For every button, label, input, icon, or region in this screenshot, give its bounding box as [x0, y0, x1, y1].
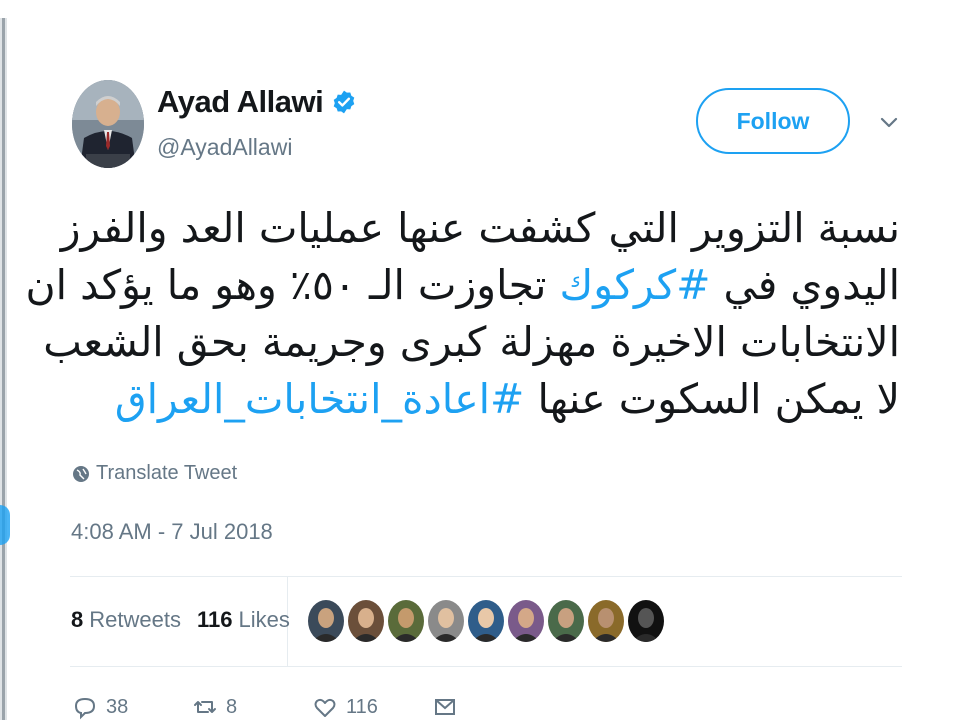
- tweet-line-2: اليدوي في #كركوك تجاوزت الـ ٥٠٪ وهو ما ي…: [26, 257, 900, 314]
- liker-avatar[interactable]: [588, 600, 624, 642]
- reply-count: 38: [106, 695, 129, 718]
- tweet-stats: 8 Retweets 116 Likes: [71, 607, 290, 633]
- liker-avatar[interactable]: [388, 600, 424, 642]
- chevron-down-icon[interactable]: [878, 114, 900, 130]
- tweet-screenshot: Ayad Allawi @AyadAllawi Follow نسبة التز…: [0, 0, 960, 720]
- display-name[interactable]: Ayad Allawi: [157, 84, 324, 120]
- avatar-image: [72, 80, 144, 168]
- like-button[interactable]: 116: [312, 694, 432, 720]
- divider-bottom: [70, 666, 902, 667]
- retweet-count: 8: [226, 695, 238, 718]
- display-name-row: Ayad Allawi: [157, 84, 357, 120]
- globe-icon: [73, 465, 89, 482]
- tweet-line-3: الانتخابات الاخيرة مهزلة كبرى وجريمة بحق…: [43, 318, 900, 366]
- tweet-line-1: نسبة التزوير التي كشفت عنها عمليات العد …: [60, 204, 900, 252]
- hashtag-link-kirkuk[interactable]: #كركوك: [559, 261, 710, 309]
- tweet-text-segment: لا يمكن السكوت عنها: [524, 375, 900, 423]
- liker-avatar[interactable]: [468, 600, 504, 642]
- liker-avatar[interactable]: [628, 600, 664, 642]
- tweet-text-segment: تجاوزت الـ ٥٠٪ وهو ما يؤكد ان: [25, 261, 560, 309]
- tweet-actions: 38 8 116: [72, 694, 552, 720]
- tweet-timestamp[interactable]: 4:08 AM - 7 Jul 2018: [71, 519, 273, 545]
- reply-button[interactable]: 38: [72, 694, 192, 720]
- divider-top: [70, 576, 902, 577]
- heart-icon: [314, 698, 336, 717]
- user-handle[interactable]: @AyadAllawi: [157, 134, 292, 161]
- direct-message-button[interactable]: [432, 694, 552, 720]
- left-border-line: [2, 18, 5, 720]
- verified-badge-icon: [333, 90, 355, 114]
- retweet-icon: [194, 701, 216, 713]
- hashtag-link-reelection[interactable]: #اعادة_انتخابات_العراق: [115, 375, 525, 423]
- retweet-button[interactable]: 8: [192, 694, 312, 720]
- like-count: 116: [346, 695, 378, 718]
- scroll-indicator[interactable]: [0, 505, 10, 545]
- liker-avatar[interactable]: [428, 600, 464, 642]
- retweets-count[interactable]: 8: [71, 607, 83, 633]
- likers-avatars: [308, 600, 664, 642]
- envelope-icon: [435, 699, 455, 715]
- translate-tweet[interactable]: Translate Tweet: [72, 462, 237, 485]
- likes-label[interactable]: Likes: [238, 607, 289, 633]
- tweet-text: نسبة التزوير التي كشفت عنها عمليات العد …: [26, 200, 900, 428]
- liker-avatar[interactable]: [308, 600, 344, 642]
- retweets-label[interactable]: Retweets: [89, 607, 181, 633]
- liker-avatar[interactable]: [508, 600, 544, 642]
- avatar[interactable]: [72, 80, 144, 168]
- translate-label[interactable]: Translate Tweet: [96, 462, 237, 485]
- liker-avatar[interactable]: [348, 600, 384, 642]
- follow-button[interactable]: Follow: [696, 88, 850, 154]
- tweet-line-4: لا يمكن السكوت عنها #اعادة_انتخابات_العر…: [70, 371, 900, 428]
- tweet-text-segment: اليدوي في: [710, 261, 900, 309]
- reply-icon: [74, 697, 96, 720]
- liker-avatar[interactable]: [548, 600, 584, 642]
- likes-count[interactable]: 116: [197, 607, 233, 633]
